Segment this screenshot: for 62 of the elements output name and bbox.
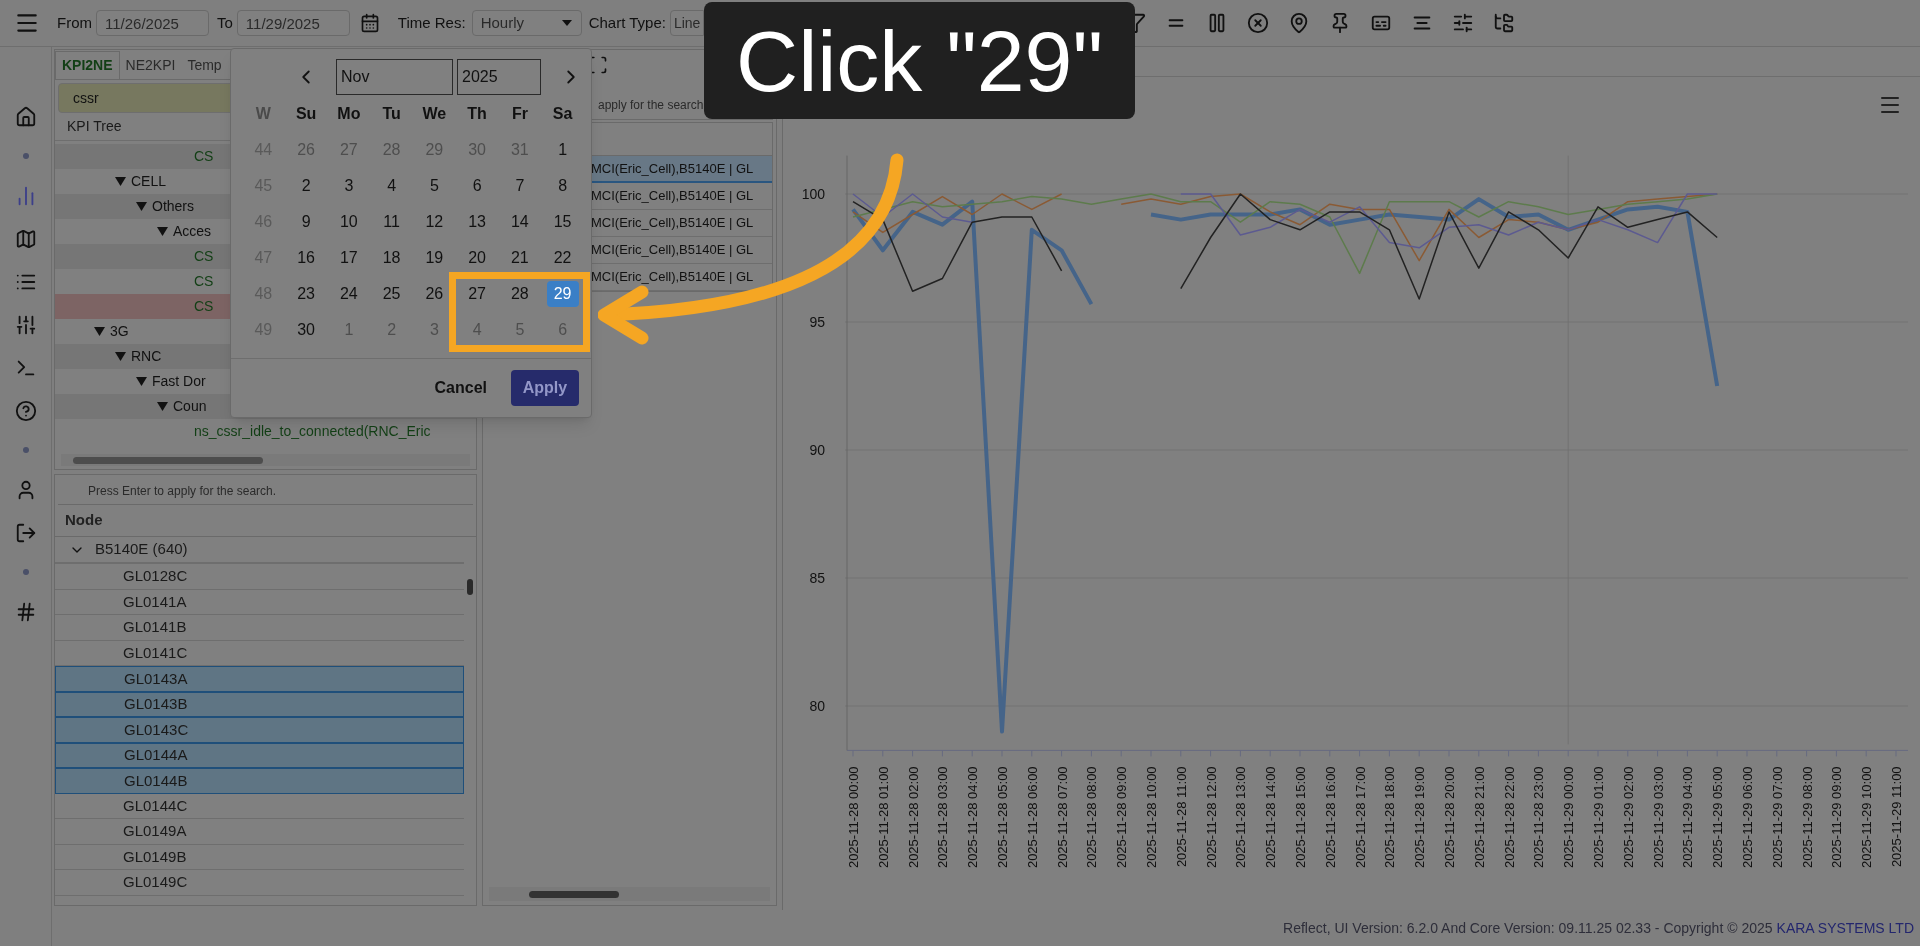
folder-label: RNC: [131, 347, 162, 366]
folder-label: 3G: [110, 322, 129, 341]
x-axis-label: 2025-11-28 09:00: [1114, 766, 1130, 869]
weekday-header: Fr: [510, 104, 529, 124]
y-axis-label: 85: [809, 570, 825, 586]
to-label: To: [217, 12, 233, 33]
time-res-label: Time Res:: [397, 12, 466, 33]
kpi-label: CS: [194, 147, 214, 166]
kpi-label: CS: [194, 272, 214, 291]
y-axis-label: 80: [809, 698, 825, 714]
tutorial-tooltip: Click "29": [704, 2, 1135, 119]
y-axis-label: 100: [801, 186, 825, 202]
folder-label: Others: [152, 197, 194, 216]
folder-label: Coun: [173, 397, 207, 416]
from-label: From: [57, 12, 92, 33]
x-axis-label: 2025-11-29 10:00: [1859, 766, 1875, 869]
x-axis-label: 2025-11-28 14:00: [1263, 766, 1279, 869]
x-axis-label: 2025-11-29 06:00: [1740, 766, 1755, 869]
x-axis-label: 2025-11-28 05:00: [995, 766, 1010, 869]
kpi-label: CS: [194, 247, 214, 266]
x-axis-label: 2025-11-28 21:00: [1471, 766, 1487, 869]
x-axis-label: 2025-11-29 00:00: [1561, 766, 1577, 869]
kpi-label: ns_cssr_idle_to_connected(RNC_Eric: [194, 422, 431, 441]
x-axis-label: 2025-11-29 04:00: [1680, 766, 1696, 869]
group-label: B5140E (640): [95, 539, 188, 560]
x-axis-label: 2025-11-28 08:00: [1084, 766, 1100, 869]
x-axis-label: 2025-11-28 07:00: [1054, 766, 1070, 869]
x-axis-label: 2025-11-29 03:00: [1650, 766, 1666, 869]
x-axis-label: 2025-11-28 01:00: [875, 766, 891, 869]
y-axis-label: 90: [809, 442, 825, 458]
x-axis-label: 2025-11-28 15:00: [1293, 766, 1308, 869]
x-axis-label: 2025-11-28 02:00: [905, 766, 921, 869]
y-axis-label: 95: [809, 314, 825, 330]
x-axis-label: 2025-11-29 07:00: [1769, 766, 1785, 869]
x-axis-label: 2025-11-29 11:00: [1889, 766, 1904, 868]
weekday-header: Sa: [551, 104, 574, 124]
x-axis-label: 2025-11-28 17:00: [1352, 766, 1368, 869]
x-axis-label: 2025-11-28 20:00: [1442, 766, 1457, 869]
x-axis-label: 2025-11-29 09:00: [1829, 766, 1845, 869]
x-axis-label: 2025-11-28 04:00: [965, 766, 981, 869]
x-axis-label: 2025-11-28 03:00: [935, 766, 951, 869]
x-axis-label: 2025-11-28 00:00: [846, 766, 861, 869]
x-axis-label: 2025-11-28 13:00: [1233, 766, 1249, 869]
folder-label: Fast Dor: [152, 372, 206, 391]
x-axis-label: 2025-11-28 10:00: [1144, 766, 1159, 869]
x-axis-label: 2025-11-28 11:00: [1173, 766, 1189, 868]
x-axis-label: 2025-11-28 22:00: [1501, 766, 1517, 869]
x-axis-label: 2025-11-28 16:00: [1322, 766, 1338, 869]
x-axis-label: 2025-11-29 08:00: [1799, 766, 1815, 869]
x-axis-label: 2025-11-28 06:00: [1024, 766, 1040, 869]
folder-label: Acces: [173, 222, 212, 241]
x-axis-label: 2025-11-28 19:00: [1412, 766, 1428, 869]
chart-type-label: Chart Type:: [588, 12, 666, 33]
folder-label: CELL: [131, 172, 167, 191]
x-axis-label: 2025-11-29 05:00: [1710, 766, 1726, 869]
x-axis-label: 2025-11-29 02:00: [1620, 766, 1636, 869]
x-axis-label: 2025-11-28 18:00: [1382, 766, 1398, 869]
x-axis-label: 2025-11-28 12:00: [1203, 766, 1219, 869]
footer-text: Reflect, UI Version: 6.2.0 And Core Version: 09.11.25 02.33 - Copyright © 2025: [1283, 918, 1773, 938]
x-axis-label: 2025-11-28 23:00: [1531, 766, 1547, 869]
kpi-label: CS: [194, 297, 214, 316]
x-axis-label: 2025-11-29 01:00: [1591, 766, 1606, 869]
